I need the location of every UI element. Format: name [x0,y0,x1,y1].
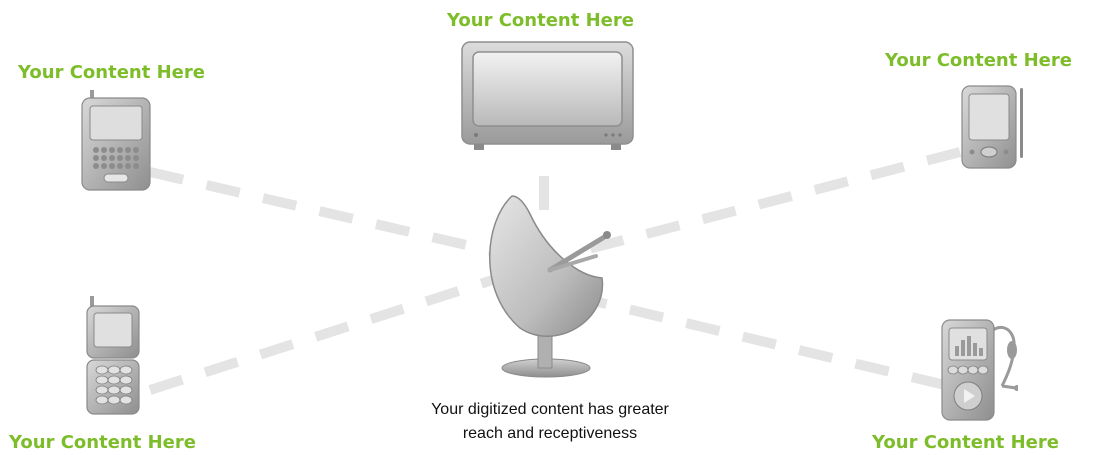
television-icon [461,41,634,150]
media-player-headset-icon [941,319,1018,421]
label-top-right: Your Content Here [885,50,1072,71]
link-line-top-right [583,147,962,255]
link-line-bottom-right [588,295,947,390]
label-bottom-left: Your Content Here [9,432,196,453]
caption-text: Your digitized content has greater reach… [340,398,760,446]
label-bottom-right: Your Content Here [872,432,1059,453]
content-distribution-diagram: Your Content Here Your Content Here Your… [0,0,1094,455]
smartphone-icon [81,90,151,191]
flip-phone-icon [86,296,140,415]
satellite-dish-icon [489,195,611,378]
label-top-center: Your Content Here [447,10,634,31]
link-line-bottom-left [148,263,532,395]
caption-line-1: Your digitized content has greater [431,401,669,418]
pda-icon [961,85,1023,169]
label-top-left: Your Content Here [18,62,205,83]
caption-line-2: reach and receptiveness [462,425,638,442]
